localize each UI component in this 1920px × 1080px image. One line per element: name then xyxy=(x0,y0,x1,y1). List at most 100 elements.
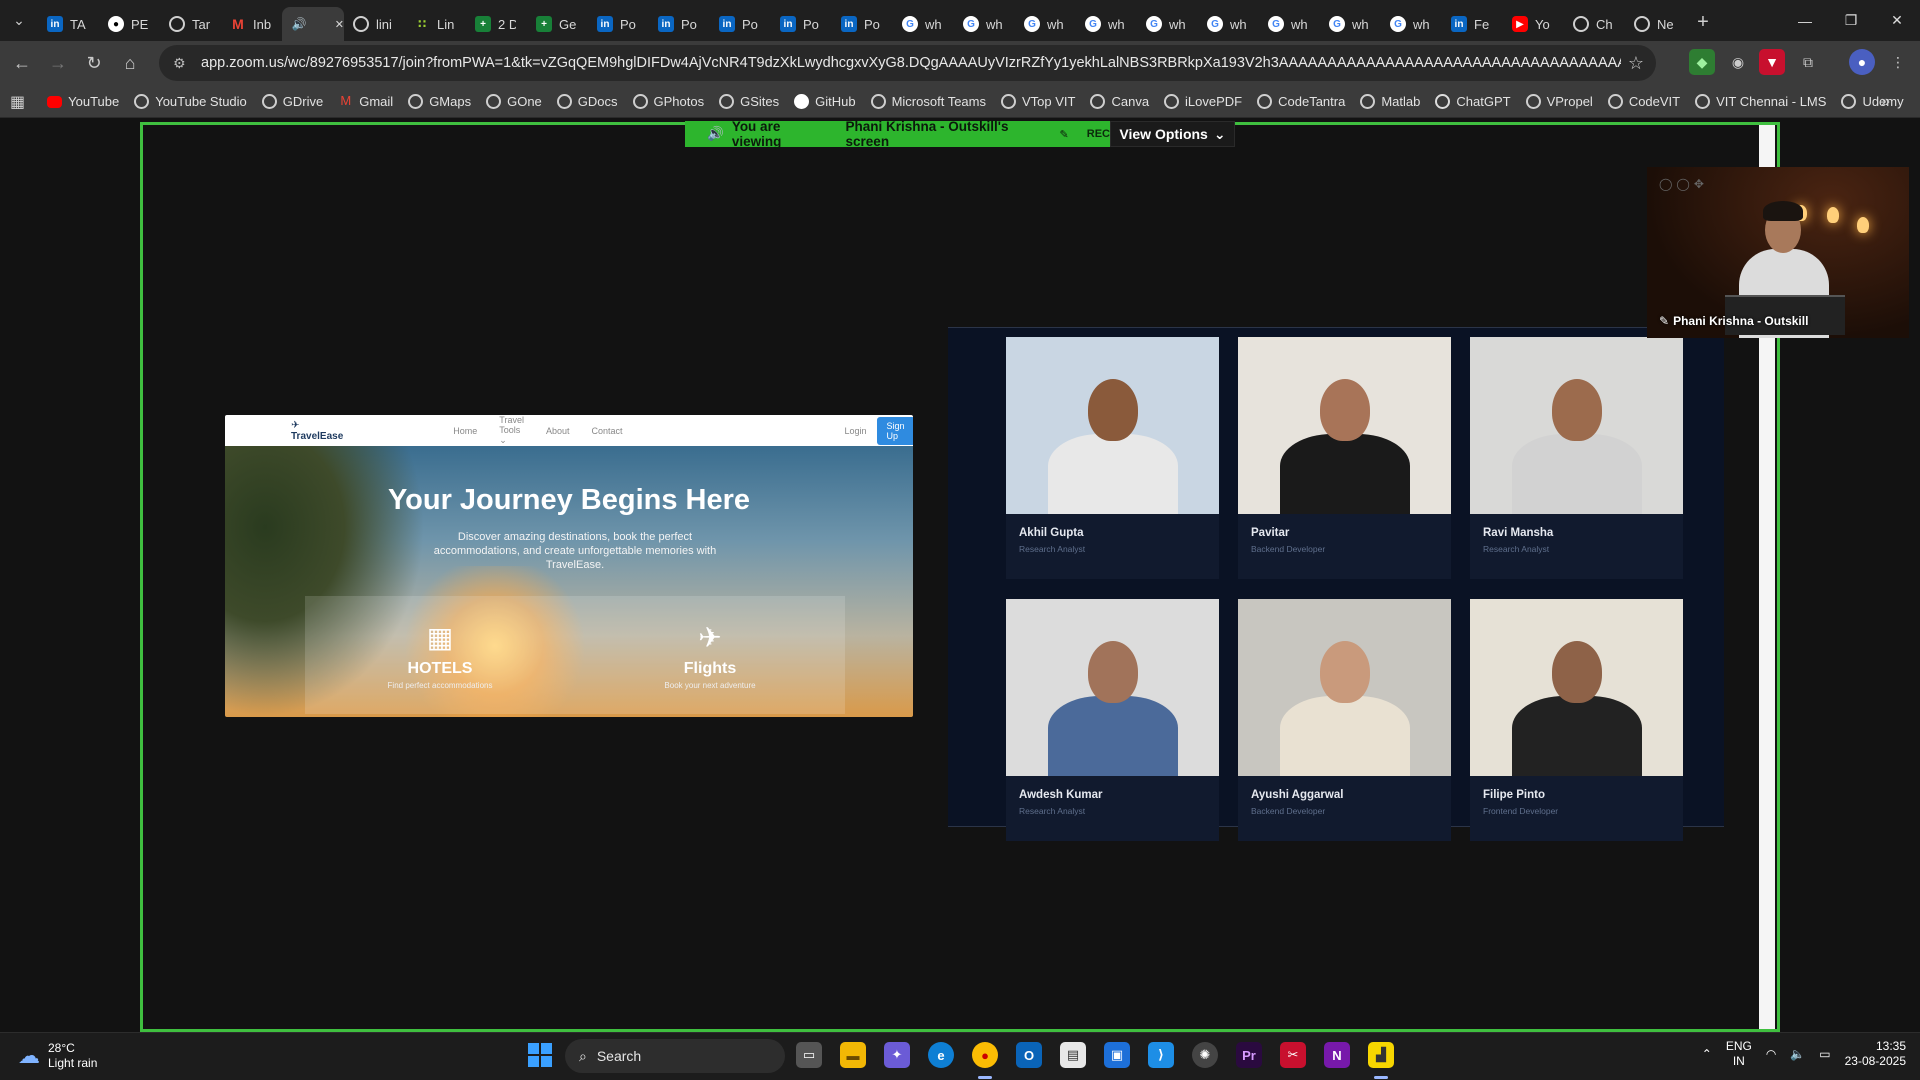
browser-tab[interactable]: Gwh xyxy=(1259,7,1320,41)
edge-icon[interactable]: e xyxy=(928,1042,954,1068)
chrome-icon[interactable]: ● xyxy=(972,1042,998,1068)
bookmark-item[interactable]: ChatGPT xyxy=(1435,94,1511,109)
bookmark-item[interactable]: CodeTantra xyxy=(1257,94,1345,109)
browser-tab[interactable]: in Po xyxy=(588,7,649,41)
browser-tab[interactable]: in Po xyxy=(710,7,771,41)
bookmark-item[interactable]: CodeVIT xyxy=(1607,94,1680,109)
browser-tab[interactable]: Tar xyxy=(160,7,221,41)
app-blue-icon[interactable]: ▣ xyxy=(1104,1042,1130,1068)
bookmark-item[interactable]: VTop VIT xyxy=(1001,94,1075,109)
close-tab-icon[interactable]: ✕ xyxy=(335,18,344,31)
browser-tab[interactable]: Gwh xyxy=(954,7,1015,41)
chrome-active-indicator xyxy=(978,1076,992,1079)
browser-tab[interactable]: Gwh xyxy=(893,7,954,41)
battery-icon[interactable]: ▭ xyxy=(1819,1047,1830,1061)
bookmark-item[interactable]: GSites xyxy=(719,94,779,109)
close-window-icon[interactable]: ✕ xyxy=(1874,0,1920,41)
bookmark-item[interactable]: M Gmail xyxy=(338,94,393,109)
browser-tab[interactable]: in TA xyxy=(38,7,99,41)
goog-favicon-icon: G xyxy=(1146,16,1162,32)
browser-tab[interactable]: Gwh xyxy=(1381,7,1442,41)
volume-icon[interactable]: 🔈 xyxy=(1790,1047,1805,1061)
home-icon[interactable]: ⌂ xyxy=(112,46,148,82)
browser-tab[interactable]: Gwh xyxy=(1198,7,1259,41)
shield-extension-icon[interactable]: ◆ xyxy=(1689,49,1715,75)
browser-tab[interactable]: Gwh xyxy=(1076,7,1137,41)
browser-tab[interactable]: 🔊 ✕ xyxy=(282,7,344,41)
browser-tab[interactable]: M Inb xyxy=(221,7,282,41)
bookmark-item[interactable]: Microsoft Teams xyxy=(870,94,986,109)
browser-tab[interactable]: Gwh xyxy=(1137,7,1198,41)
taskbar-search[interactable]: ⌕ Search xyxy=(565,1039,785,1073)
browser-tab[interactable]: Ch xyxy=(1564,7,1625,41)
browser-tab[interactable]: in Po xyxy=(832,7,893,41)
participant-video-tile[interactable]: ◯◯✥ ✎ Phani Krishna - Outskill xyxy=(1647,167,1909,338)
bookmark-item[interactable]: GOne xyxy=(486,94,542,109)
browser-tab[interactable]: in Po xyxy=(771,7,832,41)
more-bookmarks-icon[interactable]: » xyxy=(1881,93,1890,111)
sticky-notes-icon[interactable]: ▟ xyxy=(1368,1042,1394,1068)
site-info-icon[interactable]: ⚙ xyxy=(173,55,195,72)
goog-favicon-icon: G xyxy=(1024,16,1040,32)
bookmark-item[interactable]: YouTube Studio xyxy=(134,94,247,109)
camera-extension-icon[interactable]: ◉ xyxy=(1725,49,1751,75)
windows-start-icon[interactable] xyxy=(528,1043,552,1067)
browser-tab[interactable]: ∷ Lin xyxy=(405,7,466,41)
outlook-icon[interactable]: O xyxy=(1016,1042,1042,1068)
bookmark-item[interactable]: GDrive xyxy=(261,94,323,109)
apps-grid-icon[interactable]: ▦ xyxy=(10,92,25,112)
restore-icon[interactable]: ❐ xyxy=(1828,0,1874,41)
premiere-icon[interactable]: Pr xyxy=(1236,1042,1262,1068)
bookmark-item[interactable]: GitHub xyxy=(794,94,856,109)
chatgpt-app-icon[interactable]: ✺ xyxy=(1192,1042,1218,1068)
video-options-icon[interactable]: ◯◯✥ xyxy=(1659,177,1708,191)
bookmark-item[interactable]: iLovePDF xyxy=(1164,94,1242,109)
snipping-icon[interactable]: ✂ xyxy=(1280,1042,1306,1068)
store-icon[interactable]: ▤ xyxy=(1060,1042,1086,1068)
bookmark-star-icon[interactable]: ☆ xyxy=(1628,53,1644,74)
bookmark-item[interactable]: GDocs xyxy=(556,94,618,109)
file-explorer-icon[interactable]: ▬ xyxy=(840,1042,866,1068)
browser-tab[interactable]: + Ge xyxy=(527,7,588,41)
wifi-icon[interactable]: ◠ xyxy=(1766,1047,1776,1061)
forward-icon[interactable]: → xyxy=(40,46,76,82)
bookmark-item[interactable]: VPropel xyxy=(1525,94,1593,109)
weather-widget[interactable]: ☁ 28°C Light rain xyxy=(18,1041,97,1071)
reload-icon[interactable]: ↻ xyxy=(76,46,112,82)
language-indicator[interactable]: ENG IN xyxy=(1726,1039,1752,1069)
bookmark-item[interactable]: Matlab xyxy=(1360,94,1420,109)
copilot-icon[interactable]: ✦ xyxy=(884,1042,910,1068)
browser-tab[interactable]: in Fe xyxy=(1442,7,1503,41)
task-view-icon[interactable]: ▭ xyxy=(796,1042,822,1068)
bookmark-item[interactable]: GPhotos xyxy=(632,94,704,109)
browser-tab[interactable]: Gwh xyxy=(1015,7,1076,41)
browser-tab[interactable]: +2 D xyxy=(466,7,527,41)
url-text[interactable]: app.zoom.us/wc/89276953517/join?fromPWA=… xyxy=(201,55,1621,71)
profile-avatar[interactable]: ● xyxy=(1849,49,1875,75)
bookmark-item[interactable]: GMaps xyxy=(408,94,471,109)
pocket-extension-icon[interactable]: ▼ xyxy=(1759,49,1785,75)
bookmark-item[interactable]: Udemy xyxy=(1841,94,1904,109)
view-options-button[interactable]: View Options ⌄ xyxy=(1110,121,1235,147)
onenote-icon[interactable]: N xyxy=(1324,1042,1350,1068)
browser-tab[interactable]: in Po xyxy=(649,7,710,41)
address-bar[interactable]: ⚙ app.zoom.us/wc/89276953517/join?fromPW… xyxy=(159,45,1656,81)
browser-menu-icon[interactable]: ⋮ xyxy=(1885,49,1911,75)
browser-tab[interactable]: Gwh xyxy=(1320,7,1381,41)
minimize-icon[interactable]: — xyxy=(1782,0,1828,41)
extensions-puzzle-icon[interactable]: ⧉ xyxy=(1795,49,1821,75)
bookmark-item[interactable]: VIT Chennai - LMS xyxy=(1695,94,1826,109)
browser-tab[interactable]: lini xyxy=(344,7,405,41)
clock[interactable]: 13:35 23-08-2025 xyxy=(1845,1039,1906,1069)
back-icon[interactable]: ← xyxy=(4,46,40,82)
browser-tab[interactable]: Ne xyxy=(1625,7,1686,41)
site-nav-home: Home xyxy=(453,425,478,436)
vscode-icon[interactable]: ⟩ xyxy=(1148,1042,1174,1068)
bookmark-item[interactable]: Canva xyxy=(1090,94,1149,109)
tray-overflow-icon[interactable]: ⌃ xyxy=(1702,1047,1712,1061)
browser-tab[interactable]: ● PE xyxy=(99,7,160,41)
bookmark-item[interactable]: YouTube xyxy=(47,94,119,109)
browser-tab[interactable]: ▶ Yo xyxy=(1503,7,1564,41)
tab-search-chevron-icon[interactable]: ⌄ xyxy=(0,0,38,41)
new-tab-button[interactable]: + xyxy=(1686,11,1720,34)
